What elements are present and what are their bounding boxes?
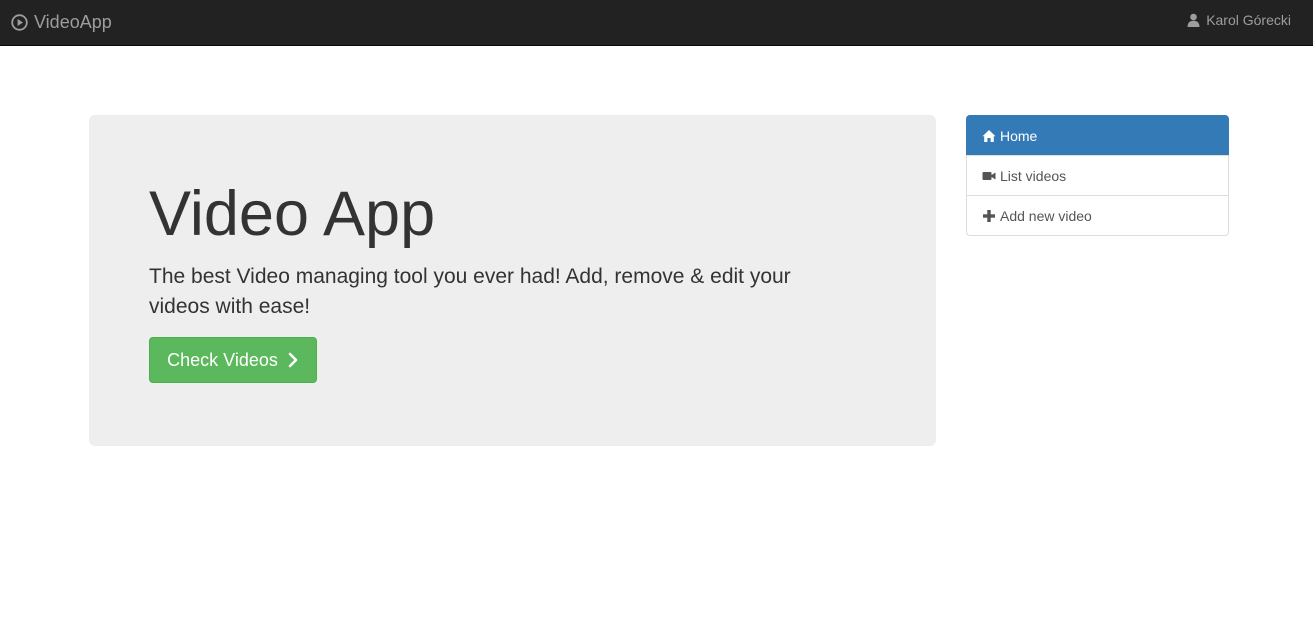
plus-icon xyxy=(982,209,996,223)
sidebar-item-label: Home xyxy=(1000,127,1038,144)
sidebar-nav: Home List videos Add new video xyxy=(966,115,1229,236)
hero-panel: Video App The best Video managing tool y… xyxy=(89,115,936,446)
video-camera-icon xyxy=(982,169,996,183)
hero-description: The best Video managing tool you ever ha… xyxy=(149,265,791,318)
chevron-right-icon xyxy=(287,351,299,369)
sidebar-item-add-new-video[interactable]: Add new video xyxy=(966,195,1229,236)
sidebar-item-label: List videos xyxy=(1000,167,1067,184)
sidebar-item-home[interactable]: Home xyxy=(966,115,1229,156)
user-menu[interactable]: Karol Górecki xyxy=(1187,0,1291,40)
sidebar-item-label: Add new video xyxy=(1000,207,1092,224)
check-videos-label: Check Videos xyxy=(167,349,278,370)
brand-label: VideoApp xyxy=(34,12,112,32)
user-name: Karol Górecki xyxy=(1206,12,1291,28)
home-icon xyxy=(982,129,996,143)
top-navbar: VideoApp Karol Górecki xyxy=(0,0,1313,46)
play-circle-icon xyxy=(11,14,28,31)
sidebar-item-list-videos[interactable]: List videos xyxy=(966,155,1229,196)
brand-link[interactable]: VideoApp xyxy=(11,0,112,45)
user-icon xyxy=(1187,13,1200,27)
page-title: Video App xyxy=(149,179,436,249)
check-videos-button[interactable]: Check Videos xyxy=(149,337,317,383)
